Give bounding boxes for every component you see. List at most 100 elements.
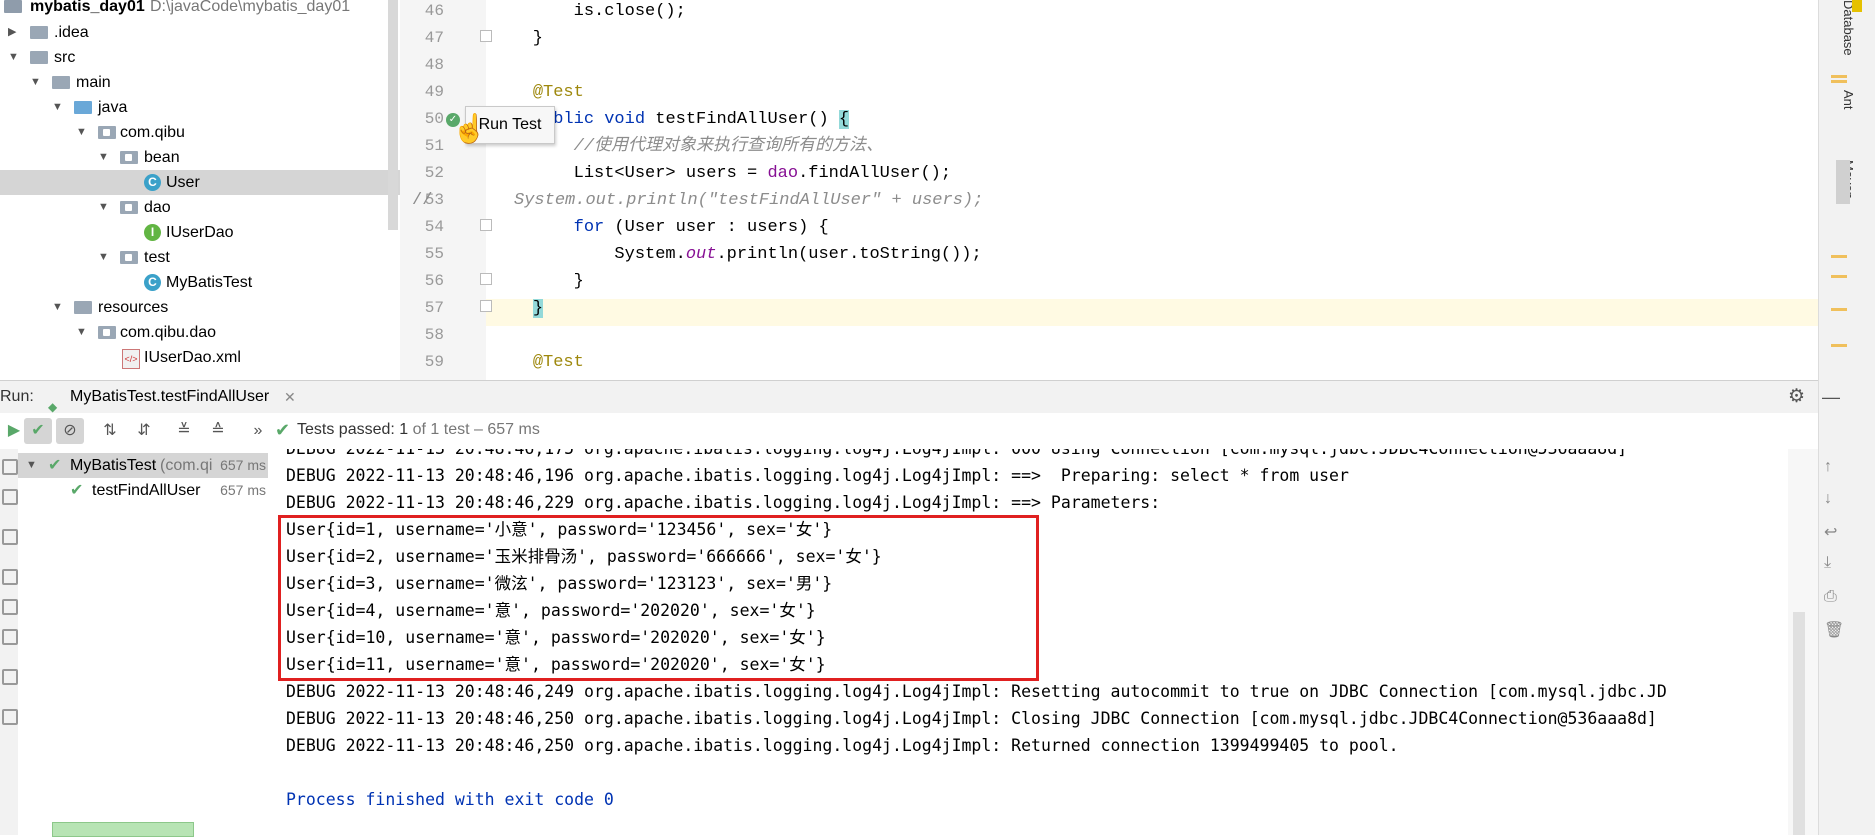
up-arrow-icon[interactable]: ↑ bbox=[1824, 458, 1832, 476]
scroll-marker[interactable] bbox=[1831, 275, 1847, 278]
run-tab[interactable]: ◆ MyBatisTest.testFindAllUser ✕ bbox=[40, 381, 296, 414]
sort-alpha-icon[interactable]: ⇅ bbox=[96, 418, 124, 444]
restore-layout-icon[interactable] bbox=[2, 629, 18, 645]
chevron-down-icon[interactable]: ▼ bbox=[76, 120, 90, 145]
chevron-down-icon[interactable]: ▼ bbox=[52, 95, 66, 120]
fold-marker-icon[interactable] bbox=[480, 219, 492, 231]
tree-item-java[interactable]: ▼ java bbox=[0, 95, 400, 120]
tests-passed-status: Tests passed: 1 of 1 test – 657 ms bbox=[297, 421, 540, 438]
package-icon bbox=[98, 126, 116, 139]
class-icon: C bbox=[144, 174, 161, 191]
show-ignored-icon[interactable]: ⊘ bbox=[56, 418, 84, 444]
scroll-marker[interactable] bbox=[1831, 308, 1847, 311]
line-number: 54 bbox=[424, 218, 444, 236]
camera-icon[interactable] bbox=[2, 569, 18, 585]
console-line: DEBUG 2022-11-13 20:48:46,196 org.apache… bbox=[286, 466, 1349, 485]
code-editor[interactable]: 46 47 48 49 50 51 52 53 54 55 56 57 58 5… bbox=[400, 0, 1818, 380]
code-line: for (User user : users) { bbox=[573, 218, 829, 237]
down-arrow-icon[interactable]: ↓ bbox=[1824, 490, 1832, 508]
wrench-icon[interactable] bbox=[2, 599, 18, 615]
resources-folder-icon bbox=[74, 301, 92, 314]
tree-item-mybatistest[interactable]: C MyBatisTest bbox=[0, 270, 400, 295]
code-line: List<User> users = dao.findAllUser(); bbox=[492, 164, 952, 183]
chevron-down-icon[interactable]: ▼ bbox=[98, 195, 112, 220]
scroll-marker[interactable] bbox=[1831, 80, 1847, 83]
chevron-right-icon[interactable]: ▶ bbox=[8, 20, 22, 45]
sort-duration-icon[interactable]: ⇵ bbox=[130, 418, 158, 444]
pin-tab-icon[interactable] bbox=[2, 709, 18, 725]
code-line: } bbox=[532, 299, 544, 318]
more-icon[interactable]: » bbox=[244, 418, 272, 444]
fold-marker-icon[interactable] bbox=[480, 300, 492, 312]
tool-tab-ant[interactable]: Ant bbox=[1841, 90, 1856, 110]
minimize-icon[interactable]: — bbox=[1822, 381, 1840, 413]
chevron-down-icon[interactable]: ▼ bbox=[98, 145, 112, 170]
chevron-down-icon[interactable]: ▼ bbox=[52, 295, 66, 320]
tree-scrollbar[interactable] bbox=[388, 0, 398, 230]
right-tool-strip: Database Ant Maven bbox=[1818, 0, 1875, 835]
tree-item-dao[interactable]: ▼ dao bbox=[0, 195, 400, 220]
chevron-down-icon[interactable]: ▼ bbox=[98, 245, 112, 270]
package-icon bbox=[120, 251, 138, 264]
print-icon[interactable]: ⎙ bbox=[1824, 588, 1837, 606]
line-number: 57 bbox=[424, 299, 444, 317]
console-scrollbar[interactable] bbox=[1793, 612, 1805, 835]
editor-scrollbar[interactable] bbox=[1836, 160, 1850, 204]
tree-item-bean[interactable]: ▼ bean bbox=[0, 145, 400, 170]
console-line: DEBUG 2022-11-13 20:48:46,229 org.apache… bbox=[286, 493, 1171, 512]
code-line: } bbox=[492, 29, 544, 48]
folder-icon bbox=[52, 76, 70, 89]
tree-item-src[interactable]: ▼ src bbox=[0, 45, 400, 70]
layout-icon[interactable] bbox=[2, 669, 18, 685]
close-icon[interactable]: ✕ bbox=[284, 381, 296, 413]
package-icon bbox=[120, 151, 138, 164]
tree-item-iuserdao[interactable]: I IUserDao bbox=[0, 220, 400, 245]
code-line: // System.out.println("testFindAllUser" … bbox=[412, 191, 984, 210]
line-number: 48 bbox=[424, 56, 444, 74]
tree-item-iuserdao-xml[interactable]: </> IUserDao.xml bbox=[0, 345, 400, 370]
project-tree: mybatis_day01 D:\javaCode\mybatis_day01 … bbox=[0, 0, 400, 380]
tree-item-idea[interactable]: ▶ .idea bbox=[0, 20, 400, 45]
expand-all-icon[interactable]: ≚ bbox=[170, 418, 198, 444]
soft-wrap-icon[interactable]: ↩ bbox=[1824, 522, 1837, 542]
highlight-box bbox=[278, 515, 1039, 681]
tree-item-com-qibu[interactable]: ▼ com.qibu bbox=[0, 120, 400, 145]
collapse-all-icon[interactable]: ≙ bbox=[204, 418, 232, 444]
chevron-down-icon[interactable]: ▼ bbox=[76, 320, 90, 345]
run-label: Run: bbox=[0, 388, 34, 405]
line-number: 51 bbox=[424, 137, 444, 155]
code-line: @Test bbox=[532, 353, 584, 372]
console-line: DEBUG 2022-11-13 20:48:46,250 org.apache… bbox=[286, 736, 1399, 755]
chevron-down-icon[interactable]: ▼ bbox=[26, 453, 40, 478]
stop-icon[interactable] bbox=[2, 459, 18, 475]
tree-item-main[interactable]: ▼ main bbox=[0, 70, 400, 95]
folder-icon bbox=[30, 51, 48, 64]
test-method-row[interactable]: ✔ testFindAllUser 657 ms bbox=[18, 478, 268, 503]
scroll-to-end-icon[interactable]: ⤓ bbox=[1824, 554, 1831, 572]
tree-item-user[interactable]: C User bbox=[0, 170, 400, 195]
run-panel-header: Run: ◆ MyBatisTest.testFindAllUser ✕ ⚙ — bbox=[0, 380, 1840, 414]
trash-icon[interactable]: 🗑 bbox=[1824, 620, 1844, 640]
line-number: 56 bbox=[424, 272, 444, 290]
tree-item-test[interactable]: ▼ test bbox=[0, 245, 400, 270]
tree-item-resources[interactable]: ▼ resources bbox=[0, 295, 400, 320]
test-suite-row[interactable]: ▼ ✔ MyBatisTest (com.qi 657 ms bbox=[18, 453, 268, 478]
chevron-down-icon[interactable]: ▼ bbox=[30, 70, 44, 95]
chevron-down-icon[interactable]: ▼ bbox=[8, 45, 22, 70]
scroll-marker[interactable] bbox=[1831, 255, 1847, 258]
line-number: 50 bbox=[424, 110, 444, 128]
source-folder-icon bbox=[74, 101, 92, 114]
gear-icon[interactable]: ⚙ bbox=[1788, 381, 1805, 413]
fold-marker-icon[interactable] bbox=[480, 273, 492, 285]
scroll-marker[interactable] bbox=[1831, 75, 1847, 78]
pin-icon[interactable] bbox=[2, 489, 18, 505]
scroll-marker[interactable] bbox=[1831, 344, 1847, 347]
tree-item-com-qibu-dao[interactable]: ▼ com.qibu.dao bbox=[0, 320, 400, 345]
tree-item-project-root[interactable]: mybatis_day01 D:\javaCode\mybatis_day01 bbox=[0, 0, 400, 19]
import-icon[interactable] bbox=[2, 529, 18, 545]
code-line: } bbox=[492, 272, 584, 291]
show-passed-icon[interactable]: ✔ bbox=[24, 418, 52, 444]
xml-file-icon: </> bbox=[122, 349, 140, 369]
package-icon bbox=[98, 326, 116, 339]
fold-marker-icon[interactable] bbox=[480, 30, 492, 42]
